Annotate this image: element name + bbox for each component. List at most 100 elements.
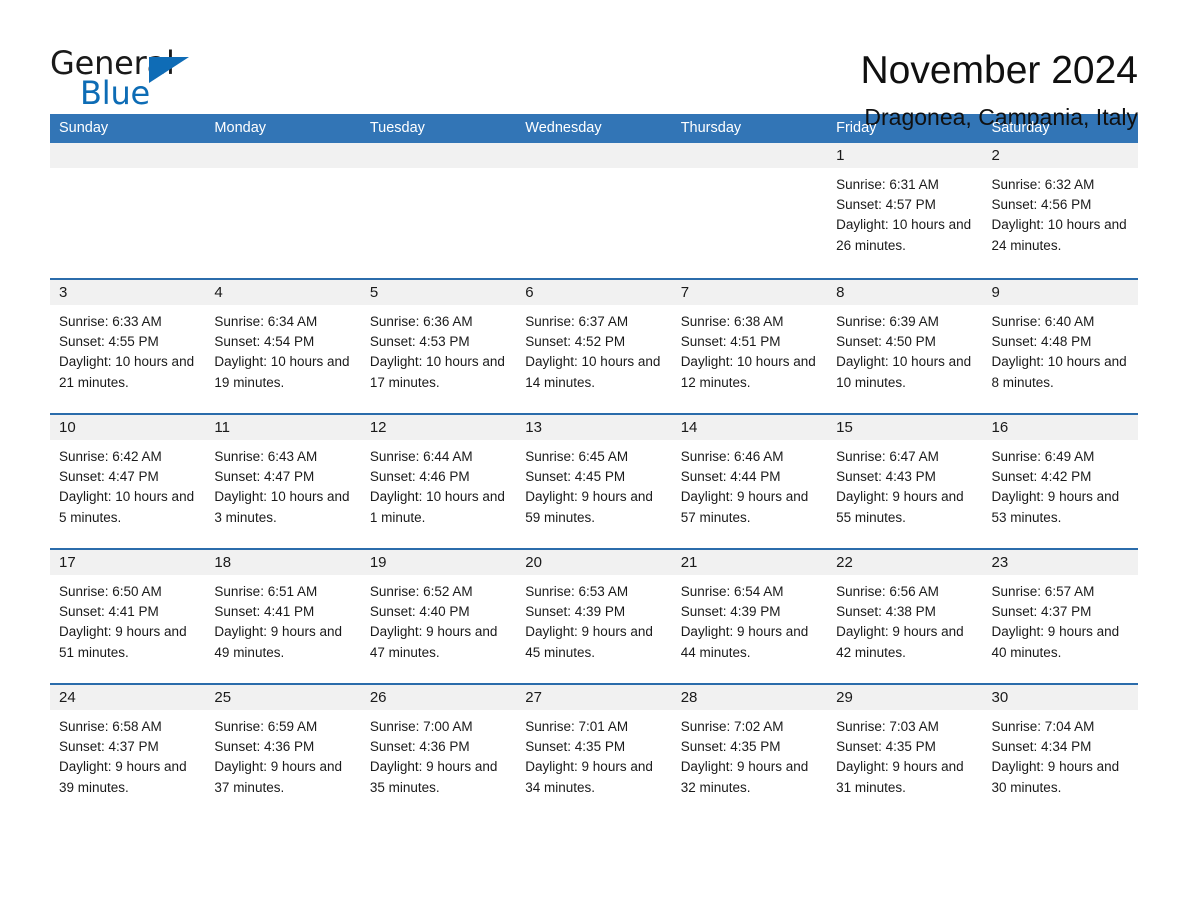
- calendar-day-cell[interactable]: 11 Sunrise: 6:43 AM Sunset: 4:47 PM Dayligh…: [205, 415, 361, 548]
- calendar-day-cell[interactable]: 21 Sunrise: 6:54 AM Sunset: 4:39 PM Dayligh…: [671, 550, 828, 683]
- sunset-text: Sunset: 4:41 PM: [214, 604, 315, 620]
- daylight-text: Daylight: 9 hours and 37 minutes.: [214, 759, 342, 795]
- sunrise-text: Sunrise: 6:57 AM: [991, 584, 1095, 599]
- sunrise-text: Sunrise: 6:39 AM: [836, 314, 939, 329]
- calendar-day-cell[interactable]: 16 Sunrise: 6:49 AM Sunset: 4:42 PM Dayligh…: [982, 415, 1138, 548]
- calendar-day-cell[interactable]: 2 Sunrise: 6:32 AM Sunset: 4:56 PM Daylight…: [982, 143, 1138, 278]
- calendar-day-cell[interactable]: 23 Sunrise: 6:57 AM Sunset: 4:37 PM Dayligh…: [982, 550, 1138, 683]
- calendar-week-row: 24 Sunrise: 6:58 AM Sunset: 4:37 PM Dayligh…: [50, 683, 1138, 818]
- sunset-text: Sunset: 4:37 PM: [991, 604, 1092, 620]
- calendar-day-cell[interactable]: 9 Sunrise: 6:40 AM Sunset: 4:48 PM Daylight…: [982, 280, 1138, 413]
- day-number: 18: [205, 550, 361, 575]
- calendar-day-cell[interactable]: 10 Sunrise: 6:42 AM Sunset: 4:47 PM Dayligh…: [50, 415, 206, 548]
- sunset-text: Sunset: 4:40 PM: [369, 604, 470, 620]
- calendar-day-cell[interactable]: 26 Sunrise: 7:00 AM Sunset: 4:36 PM Dayligh…: [360, 685, 517, 818]
- calendar-day-cell-empty: [516, 143, 672, 278]
- calendar-day-cell[interactable]: 27 Sunrise: 7:01 AM Sunset: 4:35 PM Dayligh…: [516, 685, 672, 818]
- calendar-day-cell[interactable]: 12 Sunrise: 6:44 AM Sunset: 4:46 PM Dayligh…: [360, 415, 517, 548]
- sunrise-text: Sunrise: 6:43 AM: [214, 449, 318, 464]
- daylight-text: Daylight: 9 hours and 49 minutes.: [214, 624, 342, 660]
- day-details: Sunrise: 7:03 AM Sunset: 4:35 PM Daylight:…: [827, 710, 982, 798]
- calendar-day-cell[interactable]: 30 Sunrise: 7:04 AM Sunset: 4:34 PM Dayligh…: [982, 685, 1138, 818]
- daylight-text: Daylight: 10 hours and 21 minutes.: [59, 354, 195, 390]
- daylight-text: Daylight: 10 hours and 12 minutes.: [680, 354, 816, 390]
- sunrise-text: Sunrise: 6:50 AM: [59, 584, 162, 599]
- calendar-day-cell[interactable]: 17 Sunrise: 6:50 AM Sunset: 4:41 PM Dayligh…: [50, 550, 206, 683]
- daylight-text: Daylight: 9 hours and 53 minutes.: [991, 489, 1120, 525]
- weekday-header-sunday: Sunday: [59, 120, 109, 136]
- day-details: Sunrise: 6:34 AM Sunset: 4:54 PM Daylight:…: [205, 305, 360, 393]
- daylight-text: Daylight: 9 hours and 35 minutes.: [369, 759, 498, 795]
- daylight-text: Daylight: 9 hours and 34 minutes.: [525, 759, 653, 795]
- sunrise-text: Sunrise: 6:59 AM: [214, 719, 318, 734]
- calendar-day-cell[interactable]: 7 Sunrise: 6:38 AM Sunset: 4:51 PM Daylight…: [671, 280, 828, 413]
- daylight-text: Daylight: 9 hours and 32 minutes.: [680, 759, 809, 795]
- sunset-text: Sunset: 4:36 PM: [369, 739, 470, 755]
- calendar-day-cell[interactable]: 3 Sunrise: 6:33 AM Sunset: 4:55 PM Daylight…: [50, 280, 206, 413]
- page-header: General Blue November 2024 Dragonea, Cam…: [50, 0, 1138, 130]
- sunset-text: Sunset: 4:39 PM: [525, 604, 626, 620]
- day-details: Sunrise: 6:57 AM Sunset: 4:37 PM Daylight:…: [983, 575, 1138, 663]
- sunrise-text: Sunrise: 6:46 AM: [680, 449, 784, 464]
- day-details: Sunrise: 6:43 AM Sunset: 4:47 PM Daylight:…: [205, 440, 360, 528]
- calendar-day-cell[interactable]: 29 Sunrise: 7:03 AM Sunset: 4:35 PM Dayligh…: [827, 685, 983, 818]
- day-number: 9: [982, 280, 1138, 305]
- day-details: Sunrise: 6:53 AM Sunset: 4:39 PM Daylight:…: [516, 575, 671, 663]
- day-number: 22: [827, 550, 983, 575]
- sunrise-text: Sunrise: 6:51 AM: [214, 584, 318, 599]
- calendar-day-cell[interactable]: 18 Sunrise: 6:51 AM Sunset: 4:41 PM Dayligh…: [205, 550, 361, 683]
- day-number: 25: [205, 685, 361, 710]
- calendar-day-cell[interactable]: 15 Sunrise: 6:47 AM Sunset: 4:43 PM Dayligh…: [827, 415, 983, 548]
- calendar-day-cell[interactable]: 25 Sunrise: 6:59 AM Sunset: 4:36 PM Dayligh…: [205, 685, 361, 818]
- day-number: 11: [205, 415, 361, 440]
- sunrise-text: Sunrise: 6:33 AM: [59, 314, 162, 329]
- calendar-weeks: 1 Sunrise: 6:31 AM Sunset: 4:57 PM Daylight…: [50, 143, 1138, 818]
- day-details: Sunrise: 6:51 AM Sunset: 4:41 PM Daylight:…: [205, 575, 360, 663]
- sunset-text: Sunset: 4:35 PM: [680, 739, 781, 755]
- calendar-day-cell[interactable]: 24 Sunrise: 6:58 AM Sunset: 4:37 PM Dayligh…: [50, 685, 206, 818]
- sunset-text: Sunset: 4:48 PM: [991, 334, 1092, 350]
- day-number: 29: [827, 685, 983, 710]
- sunrise-text: Sunrise: 6:47 AM: [836, 449, 939, 464]
- calendar-page: General Blue November 2024 Dragonea, Cam…: [0, 0, 1188, 918]
- sunrise-text: Sunrise: 6:34 AM: [214, 314, 318, 329]
- calendar-day-cell[interactable]: 20 Sunrise: 6:53 AM Sunset: 4:39 PM Dayligh…: [516, 550, 672, 683]
- calendar-day-cell[interactable]: 5 Sunrise: 6:36 AM Sunset: 4:53 PM Daylight…: [360, 280, 517, 413]
- day-number: 15: [827, 415, 983, 440]
- calendar-week-row: 10 Sunrise: 6:42 AM Sunset: 4:47 PM Dayligh…: [50, 413, 1138, 548]
- daylight-text: Daylight: 10 hours and 5 minutes.: [59, 489, 195, 525]
- general-blue-logo[interactable]: General Blue: [50, 46, 200, 110]
- daylight-text: Daylight: 10 hours and 10 minutes.: [836, 354, 972, 390]
- day-number: 1: [827, 143, 983, 168]
- day-details: Sunrise: 6:59 AM Sunset: 4:36 PM Daylight:…: [205, 710, 360, 798]
- sunset-text: Sunset: 4:51 PM: [680, 334, 781, 350]
- sunrise-text: Sunrise: 7:03 AM: [836, 719, 939, 734]
- day-details: Sunrise: 6:36 AM Sunset: 4:53 PM Daylight:…: [361, 305, 516, 393]
- calendar-day-cell[interactable]: 19 Sunrise: 6:52 AM Sunset: 4:40 PM Dayligh…: [360, 550, 517, 683]
- day-number: 24: [50, 685, 206, 710]
- calendar-day-cell[interactable]: 28 Sunrise: 7:02 AM Sunset: 4:35 PM Dayligh…: [671, 685, 828, 818]
- day-details: Sunrise: 6:37 AM Sunset: 4:52 PM Daylight:…: [516, 305, 671, 393]
- sunrise-text: Sunrise: 6:52 AM: [369, 584, 473, 599]
- calendar-week-row: 17 Sunrise: 6:50 AM Sunset: 4:41 PM Dayligh…: [50, 548, 1138, 683]
- sunrise-text: Sunrise: 6:58 AM: [59, 719, 162, 734]
- calendar-day-cell[interactable]: 4 Sunrise: 6:34 AM Sunset: 4:54 PM Daylight…: [205, 280, 361, 413]
- day-number: 13: [516, 415, 672, 440]
- calendar-day-cell[interactable]: 22 Sunrise: 6:56 AM Sunset: 4:38 PM Dayligh…: [827, 550, 983, 683]
- sunset-text: Sunset: 4:57 PM: [836, 197, 936, 213]
- day-details: Sunrise: 6:56 AM Sunset: 4:38 PM Daylight:…: [827, 575, 982, 663]
- calendar-day-cell[interactable]: 13 Sunrise: 6:45 AM Sunset: 4:45 PM Dayligh…: [516, 415, 672, 548]
- calendar-day-cell[interactable]: 6 Sunrise: 6:37 AM Sunset: 4:52 PM Daylight…: [516, 280, 672, 413]
- calendar-day-cell[interactable]: 1 Sunrise: 6:31 AM Sunset: 4:57 PM Daylight…: [827, 143, 983, 278]
- day-details: Sunrise: 6:42 AM Sunset: 4:47 PM Daylight:…: [50, 440, 205, 528]
- sunset-text: Sunset: 4:42 PM: [991, 469, 1092, 485]
- day-details: Sunrise: 6:33 AM Sunset: 4:55 PM Daylight:…: [50, 305, 205, 393]
- calendar-day-cell-empty: [360, 143, 517, 278]
- sunset-text: Sunset: 4:35 PM: [525, 739, 626, 755]
- day-number: 6: [516, 280, 672, 305]
- daylight-text: Daylight: 9 hours and 42 minutes.: [836, 624, 964, 660]
- calendar-day-cell[interactable]: 14 Sunrise: 6:46 AM Sunset: 4:44 PM Dayligh…: [671, 415, 828, 548]
- day-number: 14: [671, 415, 828, 440]
- calendar-day-cell[interactable]: 8 Sunrise: 6:39 AM Sunset: 4:50 PM Daylight…: [827, 280, 983, 413]
- day-number: 12: [360, 415, 517, 440]
